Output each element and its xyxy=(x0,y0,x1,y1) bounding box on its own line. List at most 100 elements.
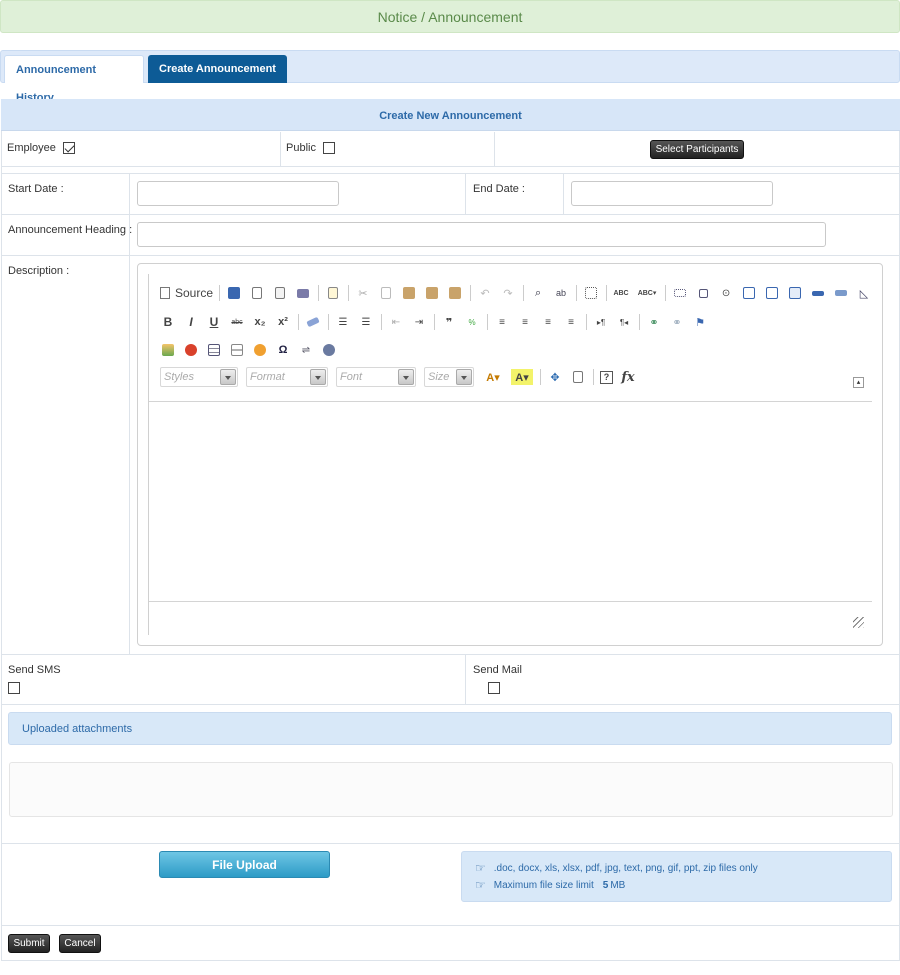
subscript-icon[interactable]: x₂ xyxy=(252,314,268,330)
italic-icon[interactable]: I xyxy=(183,314,199,330)
send-sms-checkbox[interactable] xyxy=(8,682,20,695)
format-dropdown[interactable]: Format xyxy=(246,367,328,387)
collapse-toolbar-icon[interactable]: ▴ xyxy=(853,377,864,388)
toolbar-separator xyxy=(606,285,608,301)
radio-icon[interactable]: ⊙ xyxy=(718,285,734,301)
find-icon[interactable]: ⌕ xyxy=(530,285,546,301)
anchor-icon[interactable]: ⚑ xyxy=(692,314,708,330)
outdent-icon[interactable]: ⇤ xyxy=(388,314,404,330)
image-button-icon[interactable] xyxy=(833,285,849,301)
table-icon[interactable] xyxy=(206,342,222,358)
toolbar-row: Styles Format Font Size A▾ A▾ ✥ ? fx xyxy=(160,367,643,387)
paste-icon[interactable] xyxy=(401,285,417,301)
tab-announcement-history[interactable]: Announcement History xyxy=(4,55,144,104)
flash-icon[interactable] xyxy=(183,342,199,358)
align-right-icon[interactable]: ≡ xyxy=(540,314,556,330)
align-left-icon[interactable]: ≡ xyxy=(494,314,510,330)
divider xyxy=(1,214,900,215)
redo-icon[interactable]: ↷ xyxy=(500,285,516,301)
paste-word-icon[interactable] xyxy=(447,285,463,301)
spellcheck-as-you-type-icon[interactable]: ABC▾ xyxy=(636,285,658,301)
indent-icon[interactable]: ⇥ xyxy=(411,314,427,330)
end-date-input[interactable] xyxy=(571,181,773,206)
toolbar-row: B I U abc x₂ x² ☰ ☰ ⇤ ⇥ ❞ % ≡ ≡ ≡ ≡ ▸¶ ¶… xyxy=(160,312,715,332)
bold-icon[interactable]: B xyxy=(160,314,176,330)
file-upload-button[interactable]: File Upload xyxy=(159,851,330,878)
start-date-input[interactable] xyxy=(137,181,339,206)
allowed-types-text: .doc, docx, xls, xlsx, pdf, jpg, text, p… xyxy=(493,862,758,874)
strikethrough-icon[interactable]: abc xyxy=(229,314,245,330)
editor-content-area[interactable] xyxy=(149,403,872,601)
preview-icon[interactable] xyxy=(272,285,288,301)
horizontal-rule-icon[interactable] xyxy=(229,342,245,358)
special-char-icon[interactable]: Ω xyxy=(275,342,291,358)
show-blocks-icon[interactable] xyxy=(570,369,586,385)
unlink-icon[interactable]: ⚭ xyxy=(669,314,685,330)
templates-icon[interactable] xyxy=(325,285,341,301)
employee-option[interactable]: Employee xyxy=(7,142,75,155)
undo-icon[interactable]: ↶ xyxy=(477,285,493,301)
link-icon[interactable]: ⚭ xyxy=(646,314,662,330)
send-mail-checkbox[interactable] xyxy=(488,682,501,695)
textarea-icon[interactable] xyxy=(764,285,780,301)
employee-checkbox[interactable] xyxy=(62,142,75,155)
styles-dropdown[interactable]: Styles xyxy=(160,367,238,387)
button-field-icon[interactable] xyxy=(810,285,826,301)
remove-format-icon[interactable] xyxy=(305,314,321,330)
source-icon xyxy=(160,287,170,299)
text-color-icon[interactable]: A▾ xyxy=(482,369,504,385)
select-field-icon[interactable] xyxy=(787,285,803,301)
select-all-icon[interactable] xyxy=(583,285,599,301)
iframe-icon[interactable] xyxy=(321,342,337,358)
tab-create-announcement[interactable]: Create Announcement xyxy=(148,55,287,83)
page-break-icon[interactable]: ⇌ xyxy=(298,342,314,358)
background-color-icon[interactable]: A▾ xyxy=(511,369,533,385)
print-icon[interactable] xyxy=(295,285,311,301)
formula-icon[interactable]: fx xyxy=(620,369,636,385)
cancel-button[interactable]: Cancel xyxy=(59,934,101,953)
allowed-types-line: ☞ .doc, docx, xls, xlsx, pdf, jpg, text,… xyxy=(475,861,758,875)
new-page-icon[interactable] xyxy=(249,285,265,301)
editor-status-bar xyxy=(149,601,872,602)
select-participants-button[interactable]: Select Participants xyxy=(650,140,744,159)
image-icon[interactable] xyxy=(160,342,176,358)
bulleted-list-icon[interactable]: ☰ xyxy=(358,314,374,330)
form-title: Create New Announcement xyxy=(1,99,900,131)
paste-text-icon[interactable] xyxy=(424,285,440,301)
copy-icon[interactable] xyxy=(378,285,394,301)
heading-input[interactable] xyxy=(137,222,826,247)
divider xyxy=(280,132,281,166)
size-dropdown[interactable]: Size xyxy=(424,367,474,387)
underline-icon[interactable]: U xyxy=(206,314,222,330)
toolbar-separator xyxy=(639,314,640,330)
source-button[interactable]: Source xyxy=(160,285,213,301)
resize-handle-icon[interactable] xyxy=(853,617,864,628)
hidden-field-icon[interactable]: ◺ xyxy=(856,285,872,301)
public-option[interactable]: Public xyxy=(286,142,336,155)
about-icon[interactable]: ? xyxy=(600,370,613,384)
toolbar-separator xyxy=(487,314,488,330)
smiley-icon[interactable] xyxy=(252,342,268,358)
replace-icon[interactable]: ab xyxy=(553,285,569,301)
justify-icon[interactable]: ≡ xyxy=(563,314,579,330)
align-center-icon[interactable]: ≡ xyxy=(517,314,533,330)
maximize-icon[interactable]: ✥ xyxy=(547,369,563,385)
source-label: Source xyxy=(175,286,214,300)
div-container-icon[interactable]: % xyxy=(464,314,480,330)
font-dropdown[interactable]: Font xyxy=(336,367,416,387)
submit-button[interactable]: Submit xyxy=(8,934,50,953)
public-checkbox[interactable] xyxy=(323,142,336,155)
numbered-list-icon[interactable]: ☰ xyxy=(335,314,351,330)
rtl-icon[interactable]: ¶◂ xyxy=(616,314,632,330)
blockquote-icon[interactable]: ❞ xyxy=(441,314,457,330)
cut-icon[interactable]: ✂ xyxy=(355,285,371,301)
checkbox-icon[interactable] xyxy=(695,285,711,301)
form-icon[interactable] xyxy=(672,285,688,301)
spellcheck-icon[interactable]: ABC xyxy=(613,285,629,301)
toolbar-separator xyxy=(219,285,221,301)
ltr-icon[interactable]: ▸¶ xyxy=(593,314,609,330)
superscript-icon[interactable]: x² xyxy=(275,314,291,330)
save-icon[interactable] xyxy=(226,285,242,301)
size-limit-unit: MB xyxy=(610,879,626,891)
textfield-icon[interactable] xyxy=(741,285,757,301)
